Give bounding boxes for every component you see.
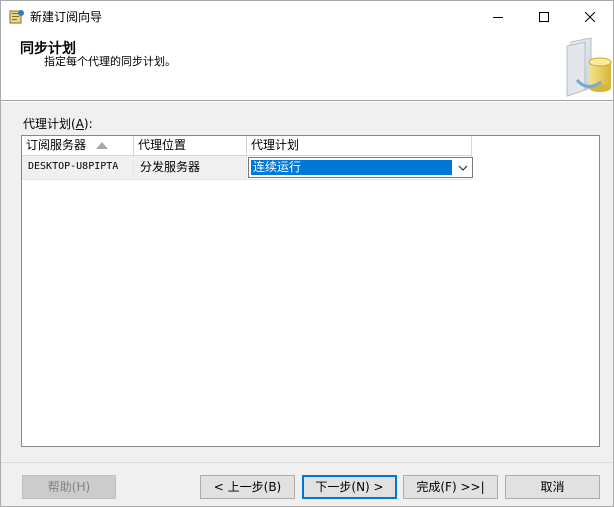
subscriber-cell: DESKTOP-U8PIPTA bbox=[22, 156, 134, 180]
title-bar[interactable]: 新建订阅向导 bbox=[1, 1, 613, 32]
location-cell: 分发服务器 bbox=[134, 156, 247, 180]
wizard-header: 同步计划 指定每个代理的同步计划。 bbox=[1, 32, 613, 101]
column-header-subscriber[interactable]: 订阅服务器 bbox=[22, 136, 134, 156]
agent-schedule-grid[interactable]: 订阅服务器 代理位置 代理计划 DESKTOP-U8PIPTA 分发服务器 连续… bbox=[21, 135, 600, 447]
grid-header: 订阅服务器 代理位置 代理计划 bbox=[22, 136, 599, 156]
back-button[interactable]: < 上一步(B) bbox=[200, 475, 295, 499]
schedule-dropdown[interactable]: 连续运行 bbox=[248, 157, 473, 178]
minimize-button[interactable] bbox=[475, 1, 521, 32]
sync-database-icon bbox=[561, 36, 613, 98]
schedule-cell: 连续运行 bbox=[247, 156, 473, 180]
header-divider bbox=[1, 101, 613, 102]
page-subtitle: 指定每个代理的同步计划。 bbox=[44, 55, 176, 68]
cancel-button[interactable]: 取消 bbox=[505, 475, 600, 499]
window-title: 新建订阅向导 bbox=[30, 10, 103, 24]
finish-button[interactable]: 完成(F) >>| bbox=[403, 475, 498, 499]
wizard-window: 新建订阅向导 同步计划 指定每个代理的同步计划。 代理计划(A): 订阅服务器 … bbox=[0, 0, 614, 507]
column-header-schedule[interactable]: 代理计划 bbox=[247, 136, 472, 156]
close-icon bbox=[585, 11, 595, 22]
footer-divider bbox=[1, 462, 613, 463]
maximize-button[interactable] bbox=[521, 1, 567, 32]
sort-ascending-icon bbox=[96, 142, 108, 149]
schedule-dropdown-value: 连续运行 bbox=[251, 160, 452, 175]
minimize-icon bbox=[493, 16, 503, 18]
column-header-location[interactable]: 代理位置 bbox=[134, 136, 247, 156]
wizard-app-icon bbox=[9, 9, 25, 24]
chevron-down-icon[interactable] bbox=[456, 161, 470, 175]
close-button[interactable] bbox=[567, 1, 613, 32]
help-button[interactable]: 帮助(H) bbox=[22, 475, 116, 499]
table-row[interactable]: DESKTOP-U8PIPTA 分发服务器 连续运行 bbox=[22, 156, 599, 180]
next-button[interactable]: 下一步(N) > bbox=[302, 475, 397, 499]
agent-schedule-label: 代理计划(A): bbox=[23, 117, 93, 131]
maximize-icon bbox=[539, 11, 549, 22]
